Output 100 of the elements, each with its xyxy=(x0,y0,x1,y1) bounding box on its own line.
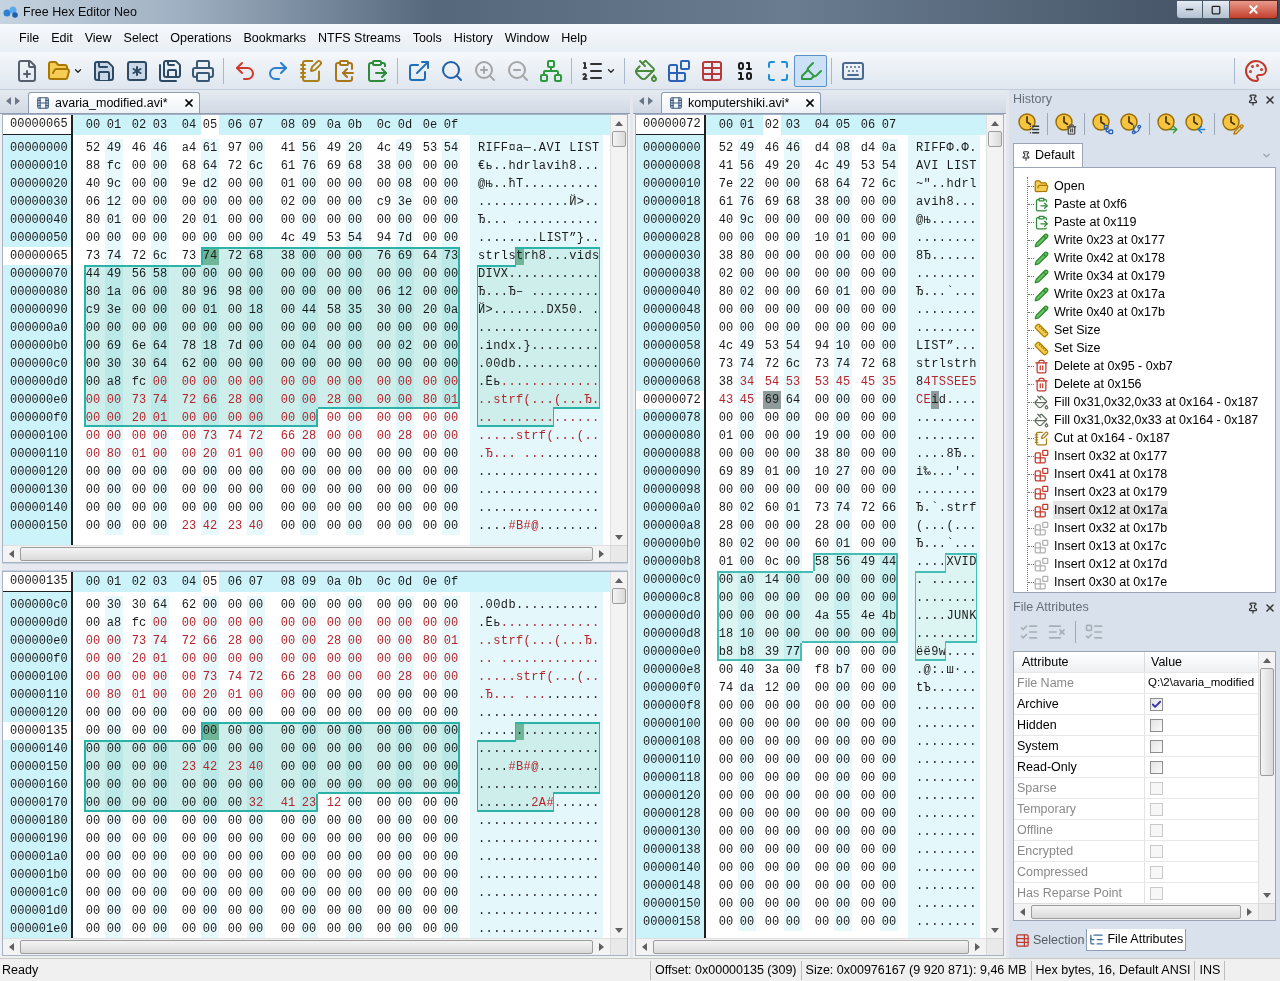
scroll-left-icon[interactable] xyxy=(642,943,647,951)
pin-icon[interactable] xyxy=(1247,93,1259,106)
close-icon[interactable] xyxy=(182,97,195,109)
edit-step[interactable]: Write 0x34 at 0x179 xyxy=(1053,267,1166,285)
menu-item[interactable]: Help xyxy=(555,26,593,50)
edit-step[interactable]: Set Size xyxy=(1053,339,1102,357)
scroll-left-icon[interactable] xyxy=(9,943,14,951)
column-header: 07 xyxy=(880,117,898,134)
scrollbar-thumb[interactable] xyxy=(612,131,626,147)
edit-step[interactable]: Insert 0x32 at 0x17b xyxy=(1053,519,1169,537)
horizontal-scrollbar[interactable] xyxy=(3,545,610,562)
row-offset: 00000072 xyxy=(636,391,704,409)
edit-step[interactable]: Insert 0x41 at 0x178 xyxy=(1053,465,1169,483)
edit-step[interactable]: Cut at 0x164 - 0x187 xyxy=(1053,429,1172,447)
scroll-up-icon[interactable] xyxy=(991,120,999,126)
pin-icon[interactable] xyxy=(1247,601,1259,614)
tab-scroll-right-icon[interactable] xyxy=(15,97,20,105)
edit-step[interactable]: Paste at 0xf6 xyxy=(1053,195,1128,213)
scrollbar-thumb[interactable] xyxy=(988,131,1002,147)
edit-step[interactable]: Write 0x23 at 0x177 xyxy=(1053,231,1166,249)
menu-item[interactable]: Tools xyxy=(406,26,448,50)
ascii-text: ................ xyxy=(478,885,600,902)
scroll-right-icon[interactable] xyxy=(1247,908,1252,916)
ascii-text: ........ xyxy=(916,589,977,607)
scrollbar-thumb[interactable] xyxy=(1031,905,1241,919)
scrollbar-thumb[interactable] xyxy=(1260,668,1274,776)
scrollbar-thumb[interactable] xyxy=(20,940,593,954)
edit-step[interactable]: Insert 0x12 at 0x17d xyxy=(1053,555,1169,573)
edit-step[interactable]: Write 0x23 at 0x17a xyxy=(1053,285,1166,303)
close-button[interactable] xyxy=(1230,0,1278,19)
vertical-scrollbar[interactable] xyxy=(1258,652,1275,903)
list-tab[interactable]: Default xyxy=(1013,143,1083,167)
scroll-left-icon[interactable] xyxy=(9,550,14,558)
edit-step[interactable]: Delete at 0x95 - 0xb7 xyxy=(1053,357,1174,375)
column-header[interactable]: Attribute xyxy=(1014,652,1145,672)
ascii-text: ................ xyxy=(478,740,600,758)
edit-step[interactable]: Open xyxy=(1053,177,1086,195)
checkbox[interactable] xyxy=(1150,760,1163,774)
edit-step[interactable]: Insert 0x12 at 0x17a xyxy=(1053,501,1169,519)
row-offset: 00000135 xyxy=(3,722,71,740)
menu-item[interactable]: View xyxy=(78,26,118,50)
scrollbar-thumb[interactable] xyxy=(612,588,626,604)
scroll-down-icon[interactable] xyxy=(1263,892,1271,898)
edit-step[interactable]: Write 0x42 at 0x178 xyxy=(1053,249,1166,267)
menu-item[interactable]: Bookmarks xyxy=(237,26,312,50)
edit-step[interactable]: Paste at 0x119 xyxy=(1053,213,1138,231)
scroll-up-icon[interactable] xyxy=(615,120,623,126)
close-icon[interactable] xyxy=(1264,93,1276,106)
hex-bytes: 44 49 56 58 00 00 00 00 00 00 00 00 00 00 00 00 xyxy=(84,265,460,283)
menu-item[interactable]: Operations xyxy=(164,26,238,50)
scroll-right-icon[interactable] xyxy=(599,550,604,558)
row-offset: 00000060 xyxy=(642,356,702,373)
minimize-button[interactable] xyxy=(1176,0,1203,19)
scroll-right-icon[interactable] xyxy=(975,943,980,951)
menu-item[interactable]: Select xyxy=(117,26,165,50)
edit-step[interactable]: Insert 0x32 at 0x177 xyxy=(1053,447,1169,465)
scroll-left-icon[interactable] xyxy=(1020,908,1025,916)
menu-item[interactable]: Window xyxy=(498,26,556,50)
edit-step[interactable]: Set Size xyxy=(1053,321,1102,339)
maximize-button[interactable] xyxy=(1203,0,1230,19)
checkbox[interactable] xyxy=(1150,697,1163,711)
edit-step[interactable]: Fill 0x31,0x32,0x33 at 0x164 - 0x187 xyxy=(1053,411,1260,429)
edit-step[interactable]: Write 0x40 at 0x17b xyxy=(1053,303,1166,321)
horizontal-scrollbar[interactable] xyxy=(636,938,986,955)
tab-scroll-right-icon[interactable] xyxy=(648,97,653,105)
horizontal-scrollbar[interactable] xyxy=(1014,903,1258,920)
scrollbar-thumb[interactable] xyxy=(20,547,593,561)
tab-scroll-left-icon[interactable] xyxy=(6,97,11,105)
column-header[interactable]: Value xyxy=(1145,652,1258,672)
panel-tab[interactable]: File Attributes xyxy=(1086,929,1187,951)
document-tab[interactable]: avaria_modified.avi* xyxy=(28,92,200,113)
menu-item[interactable]: File xyxy=(13,26,46,50)
scroll-up-icon[interactable] xyxy=(615,577,623,583)
scroll-right-icon[interactable] xyxy=(599,943,604,951)
close-icon[interactable] xyxy=(804,97,817,109)
edit-step[interactable]: Fill 0x31,0x32,0x33 at 0x164 - 0x187 xyxy=(1053,393,1260,411)
menu-item[interactable]: NTFS Streams xyxy=(312,26,407,50)
horizontal-scrollbar[interactable] xyxy=(3,938,610,955)
highlighter-button[interactable] xyxy=(794,54,827,87)
edit-step[interactable]: Insert 0x13 at 0x17c xyxy=(1053,537,1168,555)
clock-pencil-button[interactable] xyxy=(1219,111,1247,137)
scroll-down-icon[interactable] xyxy=(615,534,623,540)
vertical-scrollbar[interactable] xyxy=(610,572,627,938)
scrollbar-thumb[interactable] xyxy=(653,940,969,954)
edit-step[interactable]: Insert 0x30 at 0x17e xyxy=(1053,573,1169,591)
tab-scroll-left-icon[interactable] xyxy=(639,97,644,105)
checkbox[interactable] xyxy=(1150,718,1163,732)
vertical-scrollbar[interactable] xyxy=(986,115,1003,938)
menu-item[interactable]: History xyxy=(447,26,499,50)
edit-step[interactable]: Delete at 0x156 xyxy=(1053,375,1143,393)
menu-item[interactable]: Edit xyxy=(45,26,79,50)
vertical-scrollbar[interactable] xyxy=(610,115,627,545)
checkbox[interactable] xyxy=(1150,739,1163,753)
close-icon[interactable] xyxy=(1264,601,1276,614)
scroll-down-icon[interactable] xyxy=(615,927,623,933)
document-tab[interactable]: komputershiki.avi* xyxy=(661,92,822,113)
scroll-up-icon[interactable] xyxy=(1263,657,1271,663)
scroll-down-icon[interactable] xyxy=(991,927,999,933)
panel-tab[interactable]: Selection xyxy=(1013,929,1087,951)
edit-step[interactable]: Insert 0x23 at 0x179 xyxy=(1053,483,1169,501)
